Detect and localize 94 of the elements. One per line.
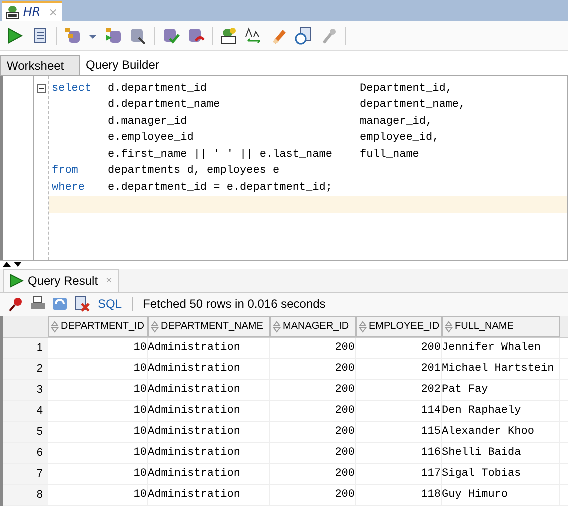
table-cell: Sigal Tobias — [442, 464, 560, 484]
column-header[interactable]: MANAGER_ID — [270, 316, 356, 337]
row-number: 1 — [3, 338, 48, 358]
result-tab[interactable]: Query Result × — [3, 268, 120, 292]
row-number: 5 — [3, 422, 48, 442]
table-cell: Administration — [148, 422, 270, 442]
code-expression: e.employee_id — [108, 132, 194, 144]
sort-icon[interactable] — [51, 320, 59, 332]
table-cell: Administration — [148, 464, 270, 484]
tab-title: HR — [23, 5, 41, 20]
editor-tab[interactable]: Query Builder — [80, 54, 166, 75]
sort-icon[interactable] — [445, 320, 453, 332]
sql-keyword: from — [52, 165, 78, 178]
table-cell: Administration — [148, 443, 270, 463]
table-cell: Jennifer Whalen — [442, 338, 560, 358]
table-cell: 10 — [48, 443, 148, 463]
play-icon[interactable] — [6, 26, 24, 45]
code-expression: departments d, employees e — [108, 165, 280, 178]
table-cell: 201 — [356, 359, 442, 379]
table-cell: Pat Fay — [442, 380, 560, 400]
editor-tab[interactable]: Worksheet — [0, 54, 80, 75]
table-cell: Alexander Khoo — [442, 422, 560, 442]
status-text: Fetched 50 rows in 0.016 seconds — [143, 297, 326, 312]
table-cell: 116 — [356, 443, 442, 463]
clock-document-icon[interactable] — [295, 26, 313, 45]
column-alias: employee_id, — [360, 131, 440, 146]
play-icon — [10, 274, 24, 288]
database-undo-icon[interactable] — [187, 26, 205, 45]
table-cell: 115 — [356, 422, 442, 442]
row-number: 8 — [3, 485, 48, 505]
table-cell: Administration — [148, 401, 270, 421]
table-cell: 200 — [270, 422, 356, 442]
tab-title: Query Result — [28, 274, 98, 288]
sql-link[interactable]: SQL — [98, 297, 122, 312]
database-run-icon[interactable] — [104, 26, 122, 45]
column-header[interactable]: DEPARTMENT_ID — [48, 316, 148, 337]
table-cell: 200 — [270, 464, 356, 484]
code-expression: e.department_id = e.department_id; — [108, 182, 332, 194]
row-number: 3 — [3, 380, 48, 400]
row-number: 4 — [3, 401, 48, 421]
table-cell: 202 — [356, 380, 442, 400]
sql-keyword: select — [52, 82, 92, 95]
table-cell: 114 — [356, 401, 442, 421]
code-expression: d.department_name — [108, 99, 220, 112]
sort-icon[interactable] — [359, 320, 367, 332]
table-cell: 200 — [270, 359, 356, 379]
sort-icon[interactable] — [273, 320, 281, 332]
row-number: 6 — [3, 443, 48, 463]
column-header[interactable]: DEPARTMENT_NAME — [148, 316, 270, 337]
table-cell: Michael Hartstein — [442, 359, 560, 379]
sort-icon[interactable] — [151, 320, 159, 332]
table-cell: 10 — [48, 401, 148, 421]
code-expression: d.manager_id — [108, 116, 188, 128]
table-cell: 200 — [270, 401, 356, 421]
database-check-icon[interactable] — [162, 26, 180, 45]
text-case-icon[interactable] — [245, 26, 263, 45]
split-arrows-icon[interactable] — [2, 260, 24, 269]
pin-icon[interactable] — [8, 296, 24, 312]
column-alias: department_name, — [360, 98, 466, 114]
row-number: 2 — [3, 359, 48, 379]
table-cell: Guy Himuro — [442, 485, 560, 505]
table-cell: 200 — [270, 443, 356, 463]
table-cell: 10 — [48, 380, 148, 400]
code-expression: e.first_name || ' ' || e.last_name — [108, 148, 332, 161]
table-cell: 200 — [270, 380, 356, 400]
table-cell: Administration — [148, 359, 270, 379]
column-header[interactable]: FULL_NAME — [442, 316, 560, 337]
column-header[interactable]: EMPLOYEE_ID — [356, 316, 442, 337]
table-cell: 10 — [48, 485, 148, 505]
table-cell: Administration — [148, 338, 270, 358]
table-cell: 200 — [356, 338, 442, 358]
sql-keyword: where — [52, 182, 86, 194]
document-tab[interactable]: HR × — [2, 1, 62, 22]
table-cell: 200 — [270, 485, 356, 505]
table-cell: 10 — [48, 359, 148, 379]
table-cell: 10 — [48, 464, 148, 484]
row-number: 7 — [3, 464, 48, 484]
table-cell: Shelli Baida — [442, 443, 560, 463]
database-tree-icon[interactable] — [64, 26, 82, 45]
column-alias: manager_id, — [360, 114, 433, 130]
table-cell: Administration — [148, 485, 270, 505]
table-cell: 117 — [356, 464, 442, 484]
table-cell: Administration — [148, 380, 270, 400]
delete-document-icon[interactable] — [74, 296, 90, 312]
table-cell: 10 — [48, 422, 148, 442]
table-cell: 200 — [270, 338, 356, 358]
collapse-icon[interactable] — [36, 84, 46, 94]
sql-sheet-icon[interactable] — [220, 26, 238, 45]
column-alias: Department_id, — [360, 82, 452, 97]
table-cell: 118 — [356, 485, 442, 505]
column-alias: full_name — [360, 148, 420, 163]
table-cell: 10 — [48, 338, 148, 358]
table-cell: Den Raphaely — [442, 401, 560, 421]
code-expression: d.department_id — [108, 82, 208, 95]
